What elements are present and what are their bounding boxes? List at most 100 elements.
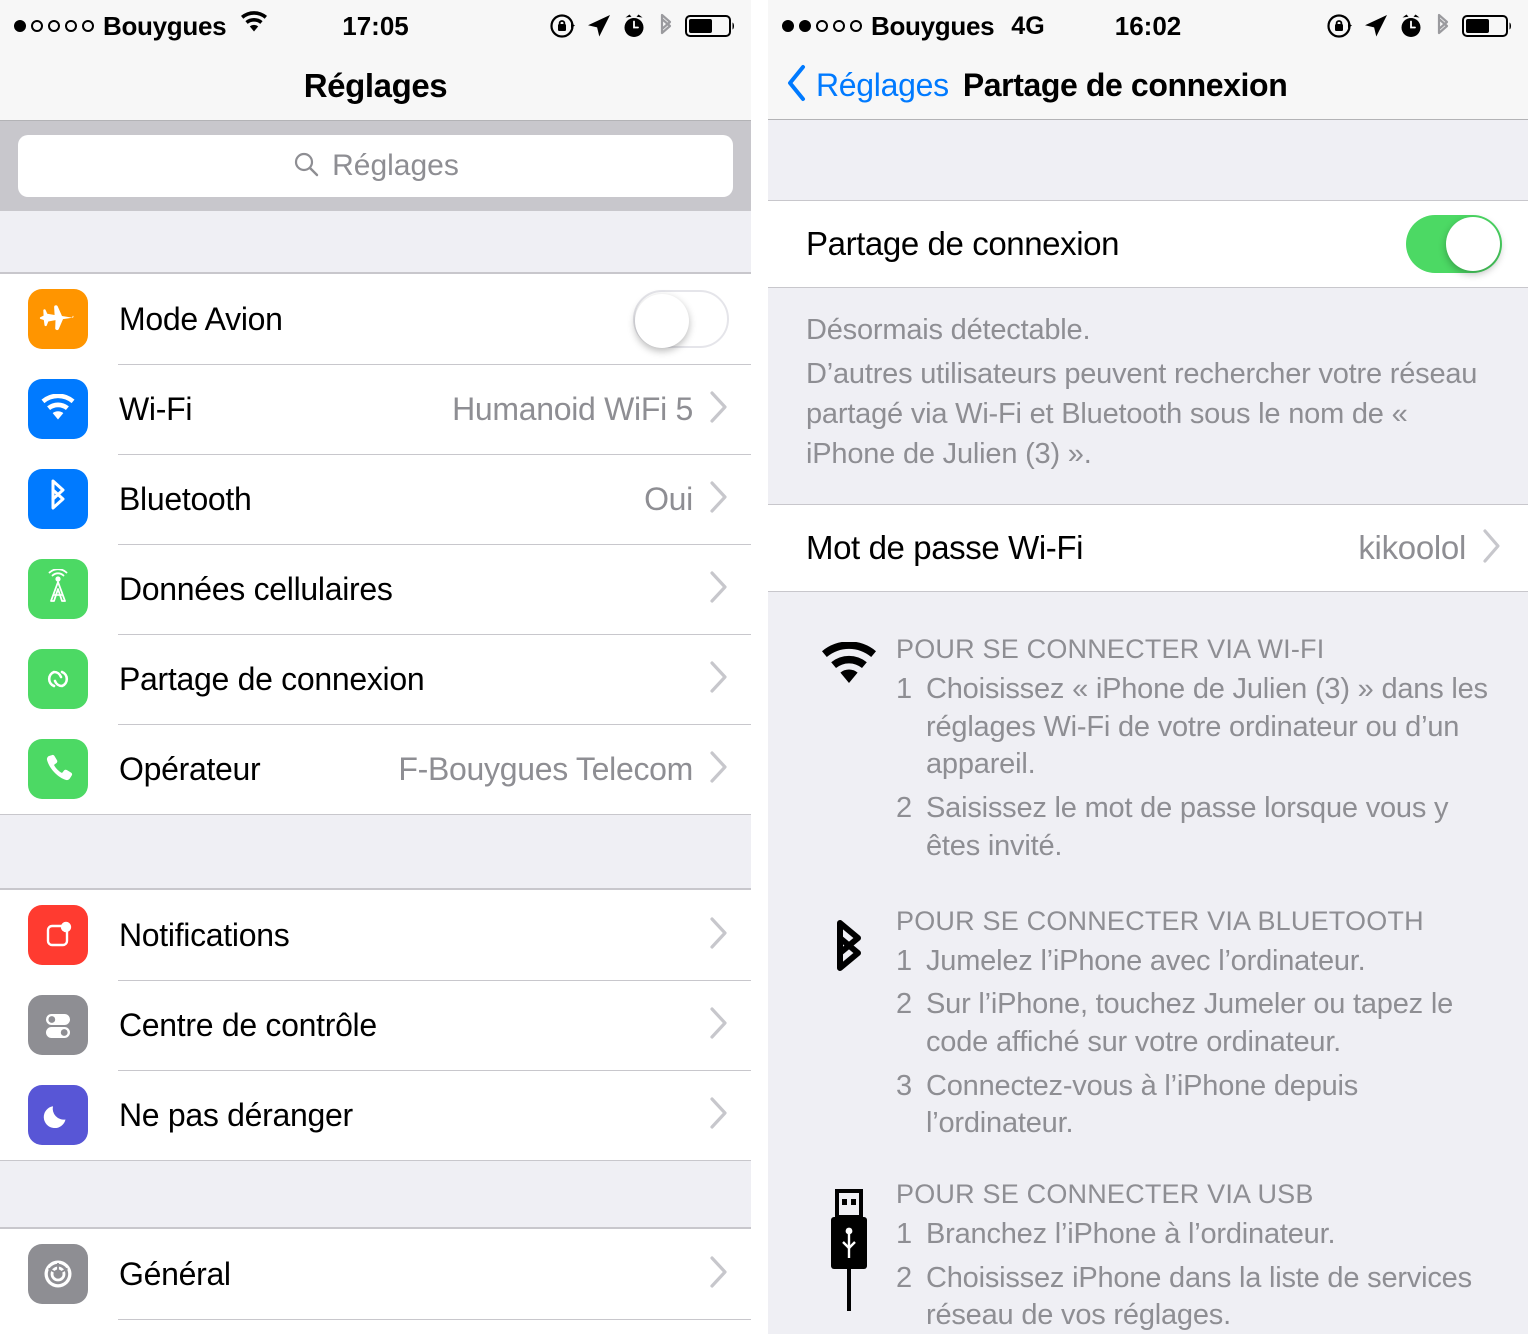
back-button[interactable]: Réglages	[786, 64, 949, 107]
phone-icon	[28, 739, 88, 799]
instruction-step: 1 Jumelez l’iPhone avec l’ordinateur.	[896, 943, 1494, 981]
wifi-password-row[interactable]: Mot de passe Wi-Fi kikoolol	[768, 505, 1528, 592]
wifi-password-control[interactable]: kikoolol	[1358, 528, 1502, 569]
settings-row-general[interactable]: Général	[0, 1229, 751, 1319]
hotspot-description: Désormais détectable. D’autres utilisate…	[768, 288, 1528, 505]
dual-screenshot: Bouygues 17:05 Réglages Réglages Mode Av…	[0, 0, 1528, 1334]
settings-row-control[interactable]	[633, 290, 751, 348]
settings-row-control[interactable]	[709, 1006, 751, 1045]
instructions-wifi: POUR SE CONNECTER VIA WI-FI 1 Choisissez…	[768, 634, 1528, 872]
instruction-step: 1 Choisissez « iPhone de Julien (3) » da…	[896, 671, 1494, 784]
settings-row-label: Bluetooth	[119, 480, 252, 517]
settings-row-control-center[interactable]: Centre de contrôle	[0, 980, 751, 1070]
instructions-wifi-body: POUR SE CONNECTER VIA WI-FI 1 Choisissez…	[892, 634, 1494, 871]
instructions-usb-title: POUR SE CONNECTER VIA USB	[896, 1178, 1314, 1209]
instruction-step-text: Sur l’iPhone, touchez Jumeler ou tapez l…	[926, 988, 1453, 1058]
settings-row-detail: Humanoid WiFi 5	[452, 390, 693, 427]
settings-row-detail: F-Bouygues Telecom	[398, 750, 693, 787]
rotation-lock-icon	[1326, 12, 1354, 40]
settings-row-detail: Oui	[644, 480, 693, 517]
settings-row-control[interactable]	[709, 1255, 751, 1294]
settings-row-notifications[interactable]: Notifications	[0, 890, 751, 980]
settings-row-control[interactable]: Humanoid WiFi 5	[452, 390, 751, 429]
status-bar-left: Bouygues 17:05	[0, 0, 751, 52]
section-gap-1	[0, 211, 751, 273]
signal-strength-dots	[14, 20, 94, 32]
chevron-left-icon	[786, 64, 808, 107]
cellular-antenna-icon	[28, 559, 88, 619]
settings-row-control[interactable]: Oui	[644, 480, 751, 519]
settings-row-control[interactable]: F-Bouygues Telecom	[398, 750, 751, 789]
signal-strength-dots	[782, 20, 862, 32]
settings-row-wifi[interactable]: Wi-Fi Humanoid WiFi 5	[0, 364, 751, 454]
instruction-step-number: 2	[896, 988, 912, 1021]
instructions-gap-1	[768, 871, 1528, 906]
personal-hotspot-icon	[28, 649, 88, 709]
instructions-gap-2	[768, 1148, 1528, 1179]
settings-group-general: Général	[0, 1228, 751, 1334]
chevron-right-icon	[709, 1255, 729, 1294]
settings-row-label: Ne pas déranger	[119, 1096, 353, 1133]
instruction-step: 1 Branchez l’iPhone à l’ordinateur.	[896, 1216, 1494, 1254]
bluetooth-icon	[28, 469, 88, 529]
navbar-row: Réglages Partage de connexion	[786, 52, 1288, 119]
back-button-label: Réglages	[816, 67, 949, 103]
settings-group-alerts: Notifications Centre de contrôle Ne pas …	[0, 889, 751, 1161]
settings-row-label: Centre de contrôle	[119, 1006, 377, 1043]
search-input[interactable]: Réglages	[18, 135, 733, 197]
hotspot-toggle-label: Partage de connexion	[806, 225, 1120, 262]
settings-row-label: Partage de connexion	[119, 660, 425, 697]
instruction-step-text: Saisissez le mot de passe lorsque vous y…	[926, 792, 1449, 862]
instruction-step-number: 1	[896, 673, 912, 706]
settings-row-carrier[interactable]: Opérateur F-Bouygues Telecom	[0, 724, 751, 814]
do-not-disturb-moon-icon	[28, 1085, 88, 1145]
wifi-status-icon	[239, 10, 269, 42]
chevron-right-icon	[709, 390, 729, 429]
status-bar-carrier-group: Bouygues 4G	[782, 11, 1045, 42]
instruction-step-text: Choisissez iPhone dans la liste de servi…	[926, 1261, 1472, 1332]
instruction-step-number: 2	[896, 792, 912, 825]
chevron-right-icon	[709, 1006, 729, 1045]
search-bar-container: Réglages	[0, 120, 751, 211]
network-type: 4G	[1011, 11, 1045, 40]
settings-row-bluetooth[interactable]: Bluetooth Oui	[0, 454, 751, 544]
settings-navbar: Réglages	[0, 52, 751, 120]
chevron-right-icon	[709, 480, 729, 519]
instructions-usb-body: POUR SE CONNECTER VIA USB 1 Branchez l’i…	[892, 1179, 1494, 1334]
hotspot-toggle-row[interactable]: Partage de connexion	[768, 201, 1528, 287]
instruction-step-number: 3	[896, 1069, 912, 1102]
settings-row-control[interactable]	[709, 1096, 751, 1135]
carrier-name: Bouygues	[871, 10, 995, 41]
settings-row-do-not-disturb[interactable]: Ne pas déranger	[0, 1070, 751, 1160]
section-gap-3	[0, 1161, 751, 1228]
airplane-mode-toggle[interactable]	[633, 290, 729, 348]
battery-icon	[1462, 13, 1514, 39]
battery-icon	[685, 13, 737, 39]
settings-row-personal-hotspot[interactable]: Partage de connexion	[0, 634, 751, 724]
status-bar-right: Bouygues 4G 16:02	[768, 0, 1528, 52]
instruction-step-text: Connectez-vous à l’iPhone depuis l’ordin…	[926, 1069, 1359, 1140]
instructions-wifi-title: POUR SE CONNECTER VIA WI-FI	[896, 634, 1325, 665]
location-arrow-icon	[586, 13, 612, 39]
personal-hotspot-toggle[interactable]	[1406, 215, 1502, 273]
settings-row-control[interactable]	[709, 916, 751, 955]
hotspot-toggle-control[interactable]	[1406, 215, 1502, 273]
settings-row-cellular-data[interactable]: Données cellulaires	[0, 544, 751, 634]
settings-row-label: Données cellulaires	[119, 570, 393, 607]
page-title: Partage de connexion	[962, 67, 1288, 103]
gear-icon	[28, 1244, 88, 1304]
instructions-usb: POUR SE CONNECTER VIA USB 1 Branchez l’i…	[768, 1178, 1528, 1334]
location-arrow-icon	[1363, 13, 1389, 39]
settings-row-control[interactable]	[693, 660, 751, 699]
instruction-step-number: 2	[896, 1261, 912, 1294]
hotspot-top-gap	[768, 120, 1528, 200]
settings-row-control[interactable]	[693, 570, 751, 609]
settings-row-partial[interactable]	[0, 1319, 751, 1334]
instruction-step-text: Jumelez l’iPhone avec l’ordinateur.	[926, 944, 1366, 977]
settings-row-label: Notifications	[119, 916, 290, 953]
instructions-bluetooth: POUR SE CONNECTER VIA BLUETOOTH 1 Jumele…	[768, 905, 1528, 1149]
settings-row-label: Opérateur	[119, 750, 261, 787]
instructions-bluetooth-title: POUR SE CONNECTER VIA BLUETOOTH	[896, 905, 1424, 936]
settings-row-airplane-mode[interactable]: Mode Avion	[0, 274, 751, 364]
wifi-icon	[28, 379, 88, 439]
